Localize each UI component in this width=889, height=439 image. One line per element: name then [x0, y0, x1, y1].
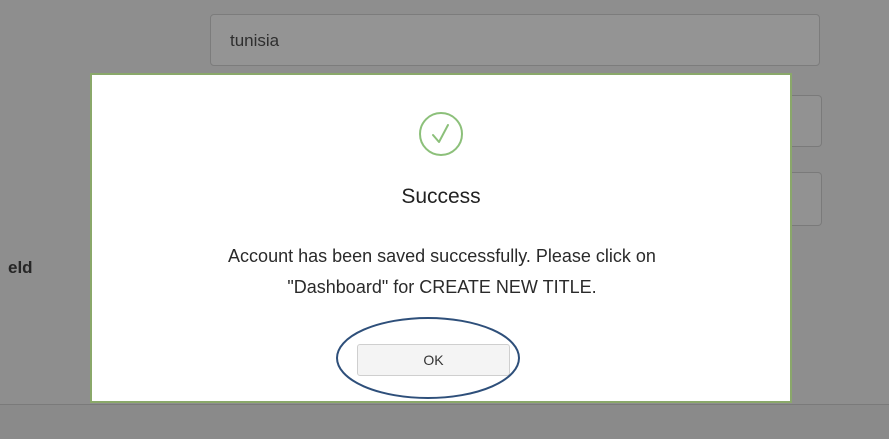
background-field-3[interactable] — [790, 172, 822, 226]
success-dialog: Success Account has been saved successfu… — [90, 73, 792, 403]
page-footer — [0, 405, 889, 439]
dialog-message: Account has been saved successfully. Ple… — [132, 241, 752, 303]
country-input[interactable]: tunisia — [210, 14, 820, 66]
dialog-message-line-2: "Dashboard" for CREATE NEW TITLE. — [287, 277, 597, 297]
ok-button[interactable]: OK — [357, 344, 510, 376]
dialog-message-line-1: Account has been saved successfully. Ple… — [228, 246, 656, 266]
field-label: eld — [8, 258, 33, 277]
dialog-title: Success — [401, 185, 481, 208]
checkmark-circle-icon — [419, 112, 463, 156]
background-field-2[interactable] — [790, 95, 822, 147]
